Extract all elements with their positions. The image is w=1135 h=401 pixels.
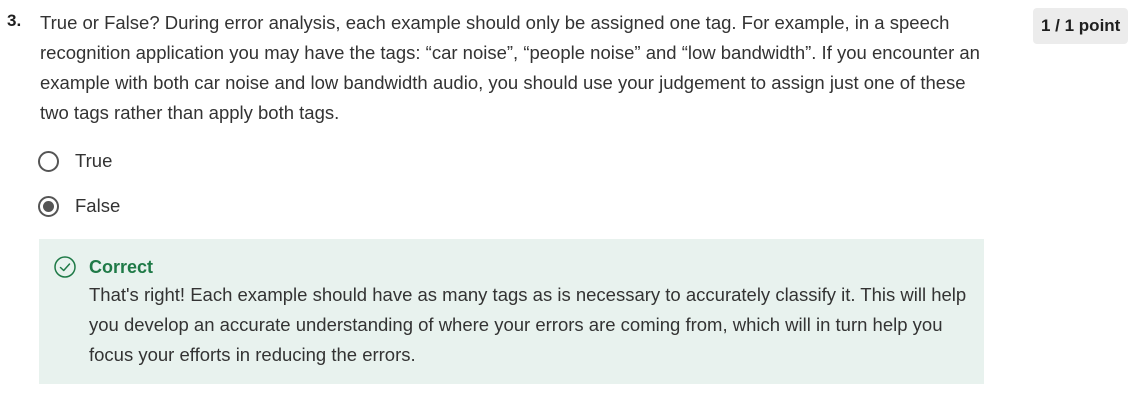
- question-text: True or False? During error analysis, ea…: [40, 12, 980, 123]
- feedback-explanation: That's right! Each example should have a…: [89, 284, 967, 365]
- radio-button-false[interactable]: [38, 195, 59, 217]
- option-true[interactable]: True: [38, 150, 112, 172]
- check-circle-icon: [54, 256, 76, 278]
- feedback-status: Correct: [89, 257, 154, 277]
- radio-selected-dot: [43, 200, 54, 212]
- option-label-false: False: [75, 195, 121, 216]
- question-number: 3.: [7, 11, 22, 30]
- points-badge: 1 / 1 point: [1033, 8, 1129, 44]
- radio-button-true[interactable]: [38, 150, 59, 172]
- feedback-panel: Correct That's right! Each example shoul…: [39, 239, 984, 384]
- option-false[interactable]: False: [38, 195, 120, 217]
- option-label-true: True: [75, 150, 113, 171]
